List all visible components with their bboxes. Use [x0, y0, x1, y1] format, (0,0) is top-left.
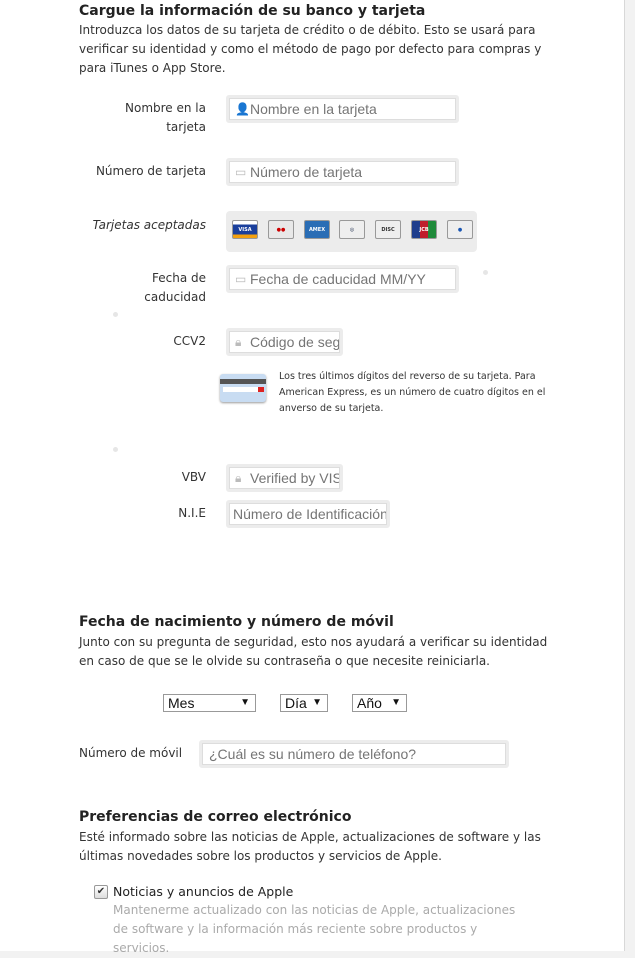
dropdown-arrow-icon: ▼ [312, 697, 322, 708]
birth-section-title: Fecha de nacimiento y número de móvil [79, 614, 394, 630]
news-checkbox[interactable]: ✔ [94, 885, 108, 899]
maestro-logo: ● [447, 220, 473, 239]
news-desc: Mantenerme actualizado con las noticias … [113, 903, 516, 955]
dot [113, 447, 118, 452]
vbv-label: VBV [181, 470, 206, 484]
visa-logo: VISA [232, 220, 258, 239]
bank-section-desc: Introduzca los datos de su tarjeta de cr… [79, 23, 542, 75]
mobile-input[interactable] [202, 743, 506, 765]
nie-field[interactable] [226, 500, 390, 528]
discover-logo: DISC [375, 220, 401, 239]
card-icon: ▭ [235, 165, 247, 179]
month-value: Mes [168, 695, 195, 711]
expiry-field[interactable]: ▭ [226, 265, 459, 293]
person-icon: 👤 [235, 102, 250, 116]
ccv-field[interactable]: 🔒︎ [226, 328, 343, 356]
email-section-title: Preferencias de correo electrónico [79, 809, 352, 825]
mobile-label: Número de móvil [79, 746, 183, 760]
email-section-desc: Esté informado sobre las noticias de App… [79, 830, 541, 863]
lock-icon: 🔒︎ [235, 335, 242, 349]
nie-input[interactable] [229, 503, 387, 525]
mobile-field[interactable] [199, 740, 509, 768]
month-select[interactable]: Mes ▼ [163, 694, 256, 712]
card-name-input[interactable] [229, 98, 456, 120]
vbv-input[interactable] [229, 467, 340, 489]
lock-icon: 🔒︎ [235, 471, 242, 485]
expiry-label: Fecha de caducidad [144, 271, 206, 304]
day-value: Día [285, 695, 307, 711]
card-number-label: Número de tarjeta [95, 164, 206, 178]
dot [113, 312, 118, 317]
ccv-input[interactable] [229, 331, 340, 353]
dot [483, 270, 488, 275]
jcb-logo: JCB [411, 220, 437, 239]
news-label: Noticias y anuncios de Apple [113, 884, 294, 899]
year-select[interactable]: Año ▼ [352, 694, 407, 712]
calendar-icon: ▭ [235, 272, 247, 286]
ccv-help: Los tres últimos dígitos del reverso de … [279, 371, 546, 414]
card-number-input[interactable] [229, 161, 456, 183]
day-select[interactable]: Día ▼ [280, 694, 328, 712]
mastercard-logo: ●● [268, 220, 294, 239]
card-back-icon [220, 374, 266, 402]
year-value: Año [357, 695, 382, 711]
card-name-field[interactable]: 👤 [226, 95, 459, 123]
ccv-label: CCV2 [173, 334, 206, 348]
dropdown-arrow-icon: ▼ [391, 697, 401, 708]
vbv-field[interactable]: 🔒︎ [226, 464, 343, 492]
card-name-label: Nombre en la tarjeta [125, 101, 206, 134]
card-number-field[interactable]: ▭ [226, 158, 459, 186]
expiry-input[interactable] [229, 268, 456, 290]
accepted-cards-label: Tarjetas aceptadas [92, 218, 206, 232]
amex-logo: AMEX [304, 220, 330, 239]
birth-section-desc: Junto con su pregunta de seguridad, esto… [79, 635, 548, 668]
bank-section-title: Cargue la información de su banco y tarj… [79, 3, 426, 19]
page: Cargue la información de su banco y tarj… [0, 0, 625, 955]
dropdown-arrow-icon: ▼ [240, 697, 250, 708]
diners-logo: ◎ [339, 220, 365, 239]
nie-label: N.I.E [178, 506, 206, 520]
accepted-cards: VISA ●● AMEX ◎ DISC JCB ● [226, 211, 477, 252]
